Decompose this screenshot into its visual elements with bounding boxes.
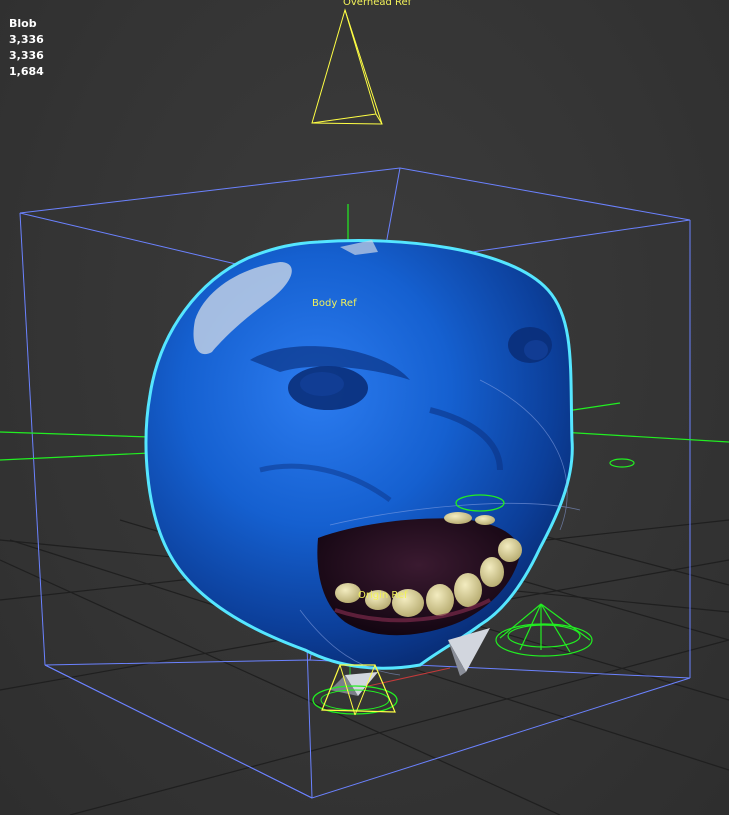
stats-verts: 1,684: [9, 65, 44, 78]
overhead-camera[interactable]: [311, 8, 383, 125]
stats-object-name: Blob: [9, 17, 37, 30]
label-body-ref: Body Ref: [312, 298, 357, 309]
label-overhead-ref: Overhead Ref: [343, 0, 412, 8]
stats-tris: 3,336: [9, 49, 44, 62]
viewport-statistics: Blob 3,336 3,336 1,684: [9, 16, 44, 80]
label-origin-ref: Origin Ref: [358, 590, 408, 601]
stats-polys: 3,336: [9, 33, 44, 46]
3d-viewport-perspective[interactable]: Blob 3,336 3,336 1,684 Overhead Ref Body…: [0, 0, 729, 815]
pyramid-helper[interactable]: [495, 603, 593, 657]
